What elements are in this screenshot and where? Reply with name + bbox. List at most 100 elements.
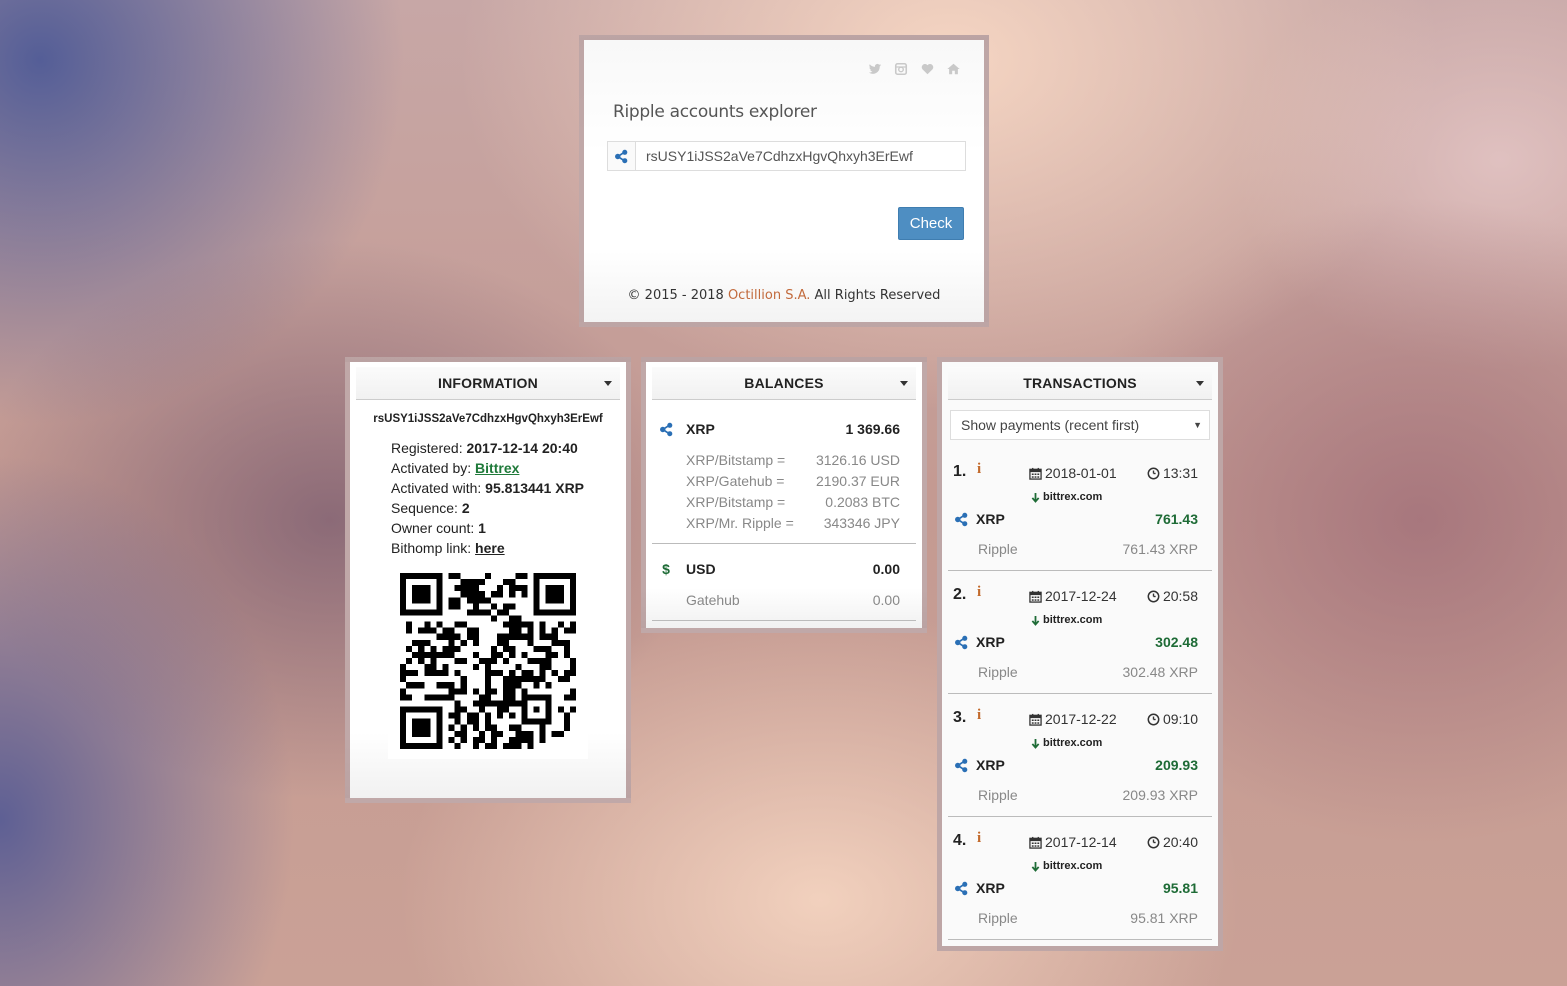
arrow-down-icon xyxy=(1031,615,1040,626)
divider xyxy=(652,620,916,621)
transaction-source: bittrex.com xyxy=(1031,737,1102,749)
bithomp-row: Bithomp link: here xyxy=(391,538,626,558)
ripple-icon xyxy=(954,881,969,896)
issuer-text: Ripple xyxy=(978,910,1018,926)
xrp-balance-row: XRP 1 369.66 xyxy=(646,419,922,439)
rate-label: XRP/Mr. Ripple = xyxy=(686,514,794,531)
transaction-time: 09:10 xyxy=(1147,711,1198,727)
home-icon[interactable] xyxy=(946,62,962,78)
usd-amount: 0.00 xyxy=(872,561,900,577)
calendar-icon xyxy=(1029,590,1042,603)
account-address: rsUSY1iJSS2aVe7CdhzxHgvQhxyh3ErEwf xyxy=(373,413,603,425)
activated-with-value: 95.813441 XRP xyxy=(485,480,585,496)
clock-icon xyxy=(1147,836,1160,849)
select-arrow-icon[interactable]: ▼ xyxy=(1193,411,1202,439)
caret-down-icon[interactable] xyxy=(900,381,908,386)
source-text: bittrex.com xyxy=(1043,614,1103,626)
owner-count-value: 1 xyxy=(478,520,486,536)
calendar-icon xyxy=(1029,836,1042,849)
owner-count-label: Owner count: xyxy=(391,520,475,536)
rate-row: XRP/Gatehub = 2190.37 EUR xyxy=(646,470,922,491)
transaction-date: 2017-12-14 xyxy=(1029,834,1117,850)
bithomp-link[interactable]: here xyxy=(475,540,505,556)
transaction-date: 2017-12-22 xyxy=(1029,711,1117,727)
issuer-text: Ripple xyxy=(978,664,1018,680)
currency-text: XRP xyxy=(976,880,1005,896)
xrp-amount: 1 369.66 xyxy=(845,421,901,437)
info-icon[interactable]: i xyxy=(977,707,981,724)
usd-currency: USD xyxy=(686,561,716,577)
transactions-header[interactable]: TRANSACTIONS xyxy=(948,367,1212,400)
transaction-currency-row: XRP 761.43 xyxy=(954,509,1198,529)
caret-down-icon[interactable] xyxy=(604,381,612,386)
transaction-item: 1. i 2018-01-01 13:31 bittrex.com XRP 761… xyxy=(948,448,1212,571)
transactions-title: TRANSACTIONS xyxy=(1023,375,1137,391)
transaction-issuer-row: Ripple 95.81 XRP xyxy=(978,910,1198,930)
twitter-icon[interactable] xyxy=(868,62,884,78)
time-text: 20:40 xyxy=(1162,834,1198,850)
transaction-item: 4. i 2017-12-14 20:40 bittrex.com XRP 95.… xyxy=(948,817,1212,940)
source-text: bittrex.com xyxy=(1043,737,1103,749)
date-text: 2017-12-22 xyxy=(1045,711,1117,727)
ripple-icon xyxy=(954,512,969,527)
registered-value: 2017-12-14 20:40 xyxy=(466,440,578,456)
sequence-row: Sequence: 2 xyxy=(391,498,626,518)
transaction-number: 1. xyxy=(953,463,967,480)
transaction-issuer-row: Ripple 302.48 XRP xyxy=(978,664,1198,684)
date-text: 2018-01-01 xyxy=(1045,465,1117,481)
issuer-text: Ripple xyxy=(978,541,1018,557)
balances-panel: BALANCES XRP 1 369.66 XRP/Bitstamp = 3126… xyxy=(641,357,927,633)
instagram-icon[interactable] xyxy=(894,62,910,78)
activated-by-label: Activated by: xyxy=(391,460,472,476)
transaction-currency-row: XRP 302.48 xyxy=(954,632,1198,652)
address-input[interactable] xyxy=(636,142,956,170)
rate-label: XRP/Gatehub = xyxy=(686,472,785,489)
ripple-icon xyxy=(608,142,636,170)
info-icon[interactable]: i xyxy=(977,584,981,601)
ripple-icon xyxy=(646,422,686,437)
information-header[interactable]: INFORMATION xyxy=(356,367,620,400)
time-text: 13:31 xyxy=(1162,465,1198,481)
balances-header[interactable]: BALANCES xyxy=(652,367,916,400)
activated-by-link[interactable]: Bittrex xyxy=(475,460,519,476)
clock-icon xyxy=(1147,713,1160,726)
address-search-field[interactable] xyxy=(607,141,966,171)
copyright-prefix: © 2015 - 2018 xyxy=(627,288,724,303)
heart-icon[interactable] xyxy=(920,62,936,78)
rate-label: XRP/Bitstamp = xyxy=(686,451,786,468)
owner-count-row: Owner count: 1 xyxy=(391,518,626,538)
rate-row: XRP/Mr. Ripple = 343346 JPY xyxy=(646,512,922,533)
copyright-suffix: All Rights Reserved xyxy=(814,288,941,303)
transaction-item: 3. i 2017-12-22 09:10 bittrex.com XRP 209… xyxy=(948,694,1212,817)
octillion-link[interactable]: Octillion S.A. xyxy=(728,288,810,303)
transaction-time: 13:31 xyxy=(1147,465,1198,481)
usd-issuer-row: Gatehub 0.00 xyxy=(646,589,922,610)
issuer-name: Gatehub xyxy=(686,591,740,608)
transaction-number: 3. xyxy=(953,709,967,726)
issuer-text: Ripple xyxy=(978,787,1018,803)
transaction-time: 20:58 xyxy=(1147,588,1198,604)
info-icon[interactable]: i xyxy=(977,830,981,847)
currency-text: XRP xyxy=(976,511,1005,527)
arrow-down-icon xyxy=(1031,738,1040,749)
issuer-amount: 0.00 xyxy=(872,591,900,608)
search-card: Ripple accounts explorer Check © 2015 - … xyxy=(579,35,989,327)
time-text: 20:58 xyxy=(1162,588,1198,604)
social-links xyxy=(868,62,962,78)
transaction-source: bittrex.com xyxy=(1031,614,1102,626)
transaction-date: 2018-01-01 xyxy=(1029,465,1117,481)
info-icon[interactable]: i xyxy=(977,461,981,478)
issuer-amount-text: 209.93 XRP xyxy=(1122,787,1199,803)
clock-icon xyxy=(1147,590,1160,603)
transaction-time: 20:40 xyxy=(1147,834,1198,850)
information-title: INFORMATION xyxy=(438,375,538,391)
amount-text: 761.43 xyxy=(1155,511,1198,527)
rate-label: XRP/Bitstamp = xyxy=(686,493,786,510)
sequence-value: 2 xyxy=(461,500,470,516)
caret-down-icon[interactable] xyxy=(1196,381,1204,386)
transactions-panel: TRANSACTIONS Show payments (recent first… xyxy=(937,357,1223,951)
check-button[interactable]: Check xyxy=(898,207,964,240)
transaction-filter-select[interactable]: Show payments (recent first) ▼ xyxy=(950,410,1210,440)
transaction-item: 2. i 2017-12-24 20:58 bittrex.com XRP 302… xyxy=(948,571,1212,694)
registered-row: Registered: 2017-12-14 20:40 xyxy=(391,438,626,458)
